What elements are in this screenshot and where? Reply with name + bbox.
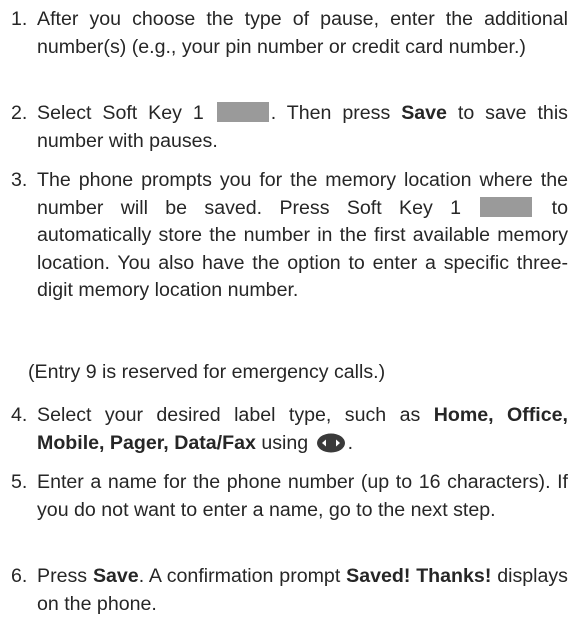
step-5: 5. Enter a name for the phone number (up… — [0, 469, 568, 524]
step-number: 3. — [11, 169, 28, 191]
step-4: 4. Select your desired label type, such … — [0, 402, 568, 457]
save-keyword: Save — [92, 565, 139, 587]
step-number: 2. — [11, 102, 28, 124]
step-1: 1. After you choose the type of pause, e… — [0, 6, 568, 61]
step-text: Select your desired label type, such as — [37, 404, 421, 426]
step-text: Select Soft Key 1 — [37, 102, 204, 124]
step-2: 2. Select Soft Key 1 . Then press Save t… — [0, 100, 568, 155]
step-text: . A confirmation prompt — [138, 565, 341, 587]
save-keyword: Save — [401, 102, 447, 124]
step-text: . — [347, 431, 354, 454]
confirmation-prompt: Saved! Thanks! — [346, 565, 492, 587]
step-number: 1. — [11, 8, 28, 30]
step-text: Press — [37, 565, 88, 587]
step-3: 3. The phone prompts you for the memory … — [0, 167, 568, 305]
step-text: Enter a name for the phone number (up to… — [37, 471, 568, 521]
soft-key-1-icon — [216, 102, 269, 122]
manual-page: 1. After you choose the type of pause, e… — [0, 0, 574, 642]
soft-key-1-icon — [480, 196, 533, 217]
note-text: (Entry 9 is reserved for emergency calls… — [28, 361, 386, 383]
step-number: 6. — [11, 565, 28, 587]
step-6: 6. Press Save. A confirmation prompt Sav… — [0, 563, 568, 618]
step-text: using — [261, 431, 309, 454]
step-text: . Then press — [270, 102, 391, 124]
step-number: 5. — [11, 471, 28, 493]
navigation-key-icon — [316, 433, 345, 452]
step-number: 4. — [11, 404, 28, 426]
step-text: After you choose the type of pause, ente… — [37, 8, 568, 58]
